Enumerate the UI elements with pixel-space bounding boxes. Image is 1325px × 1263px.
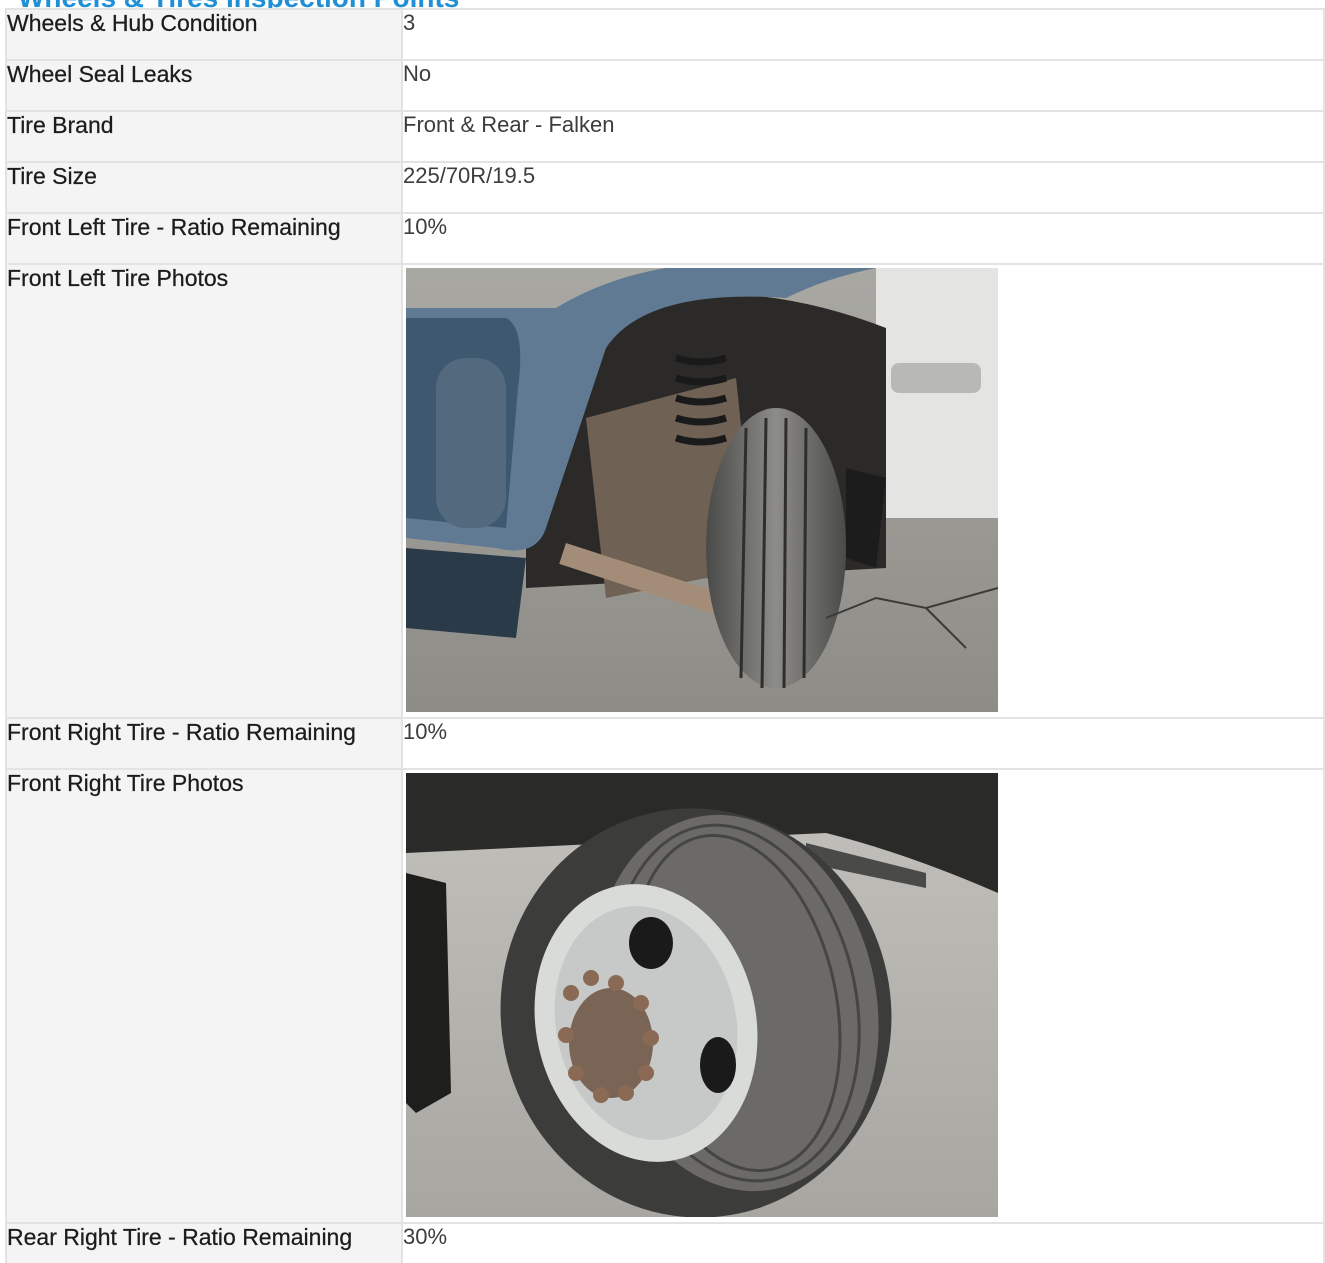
row-value: 10% — [401, 212, 1325, 265]
row-value: 30% — [401, 1222, 1325, 1263]
row-label: Front Right Tire - Ratio Remaining — [5, 717, 403, 770]
row-label: Front Left Tire - Ratio Remaining — [5, 212, 403, 265]
table-row: Tire Size 225/70R/19.5 — [5, 161, 1325, 214]
table-row: Rear Right Tire - Ratio Remaining 30% — [5, 1222, 1325, 1263]
table-row: Front Right Tire - Ratio Remaining 10% — [5, 717, 1325, 770]
row-value: 3 — [401, 8, 1325, 61]
row-label: Wheel Seal Leaks — [5, 59, 403, 112]
table-row: Front Right Tire Photos — [5, 768, 1325, 1224]
table-row: Front Left Tire - Ratio Remaining 10% — [5, 212, 1325, 265]
table-row: Wheels & Hub Condition 3 — [5, 8, 1325, 61]
row-label: Tire Brand — [5, 110, 403, 163]
table-row: Front Left Tire Photos — [5, 263, 1325, 719]
inspection-table: Wheels & Hub Condition 3 Wheel Seal Leak… — [5, 8, 1325, 1263]
row-label: Wheels & Hub Condition — [5, 8, 403, 61]
row-label: Front Left Tire Photos — [5, 263, 403, 719]
photo-cell — [401, 263, 1325, 719]
table-row: Wheel Seal Leaks No — [5, 59, 1325, 112]
photo-cell — [401, 768, 1325, 1224]
table-row: Tire Brand Front & Rear - Falken — [5, 110, 1325, 163]
row-value: 225/70R/19.5 — [401, 161, 1325, 214]
row-label: Rear Right Tire - Ratio Remaining — [5, 1222, 403, 1263]
row-value: Front & Rear - Falken — [401, 110, 1325, 163]
inspection-page: Wheels & Tires Inspection Points Wheels … — [0, 0, 1325, 1263]
row-label: Front Right Tire Photos — [5, 768, 403, 1224]
row-value: No — [401, 59, 1325, 112]
front-left-tire-photo[interactable] — [406, 268, 998, 712]
row-label: Tire Size — [5, 161, 403, 214]
front-right-tire-photo[interactable] — [406, 773, 998, 1217]
row-value: 10% — [401, 717, 1325, 770]
